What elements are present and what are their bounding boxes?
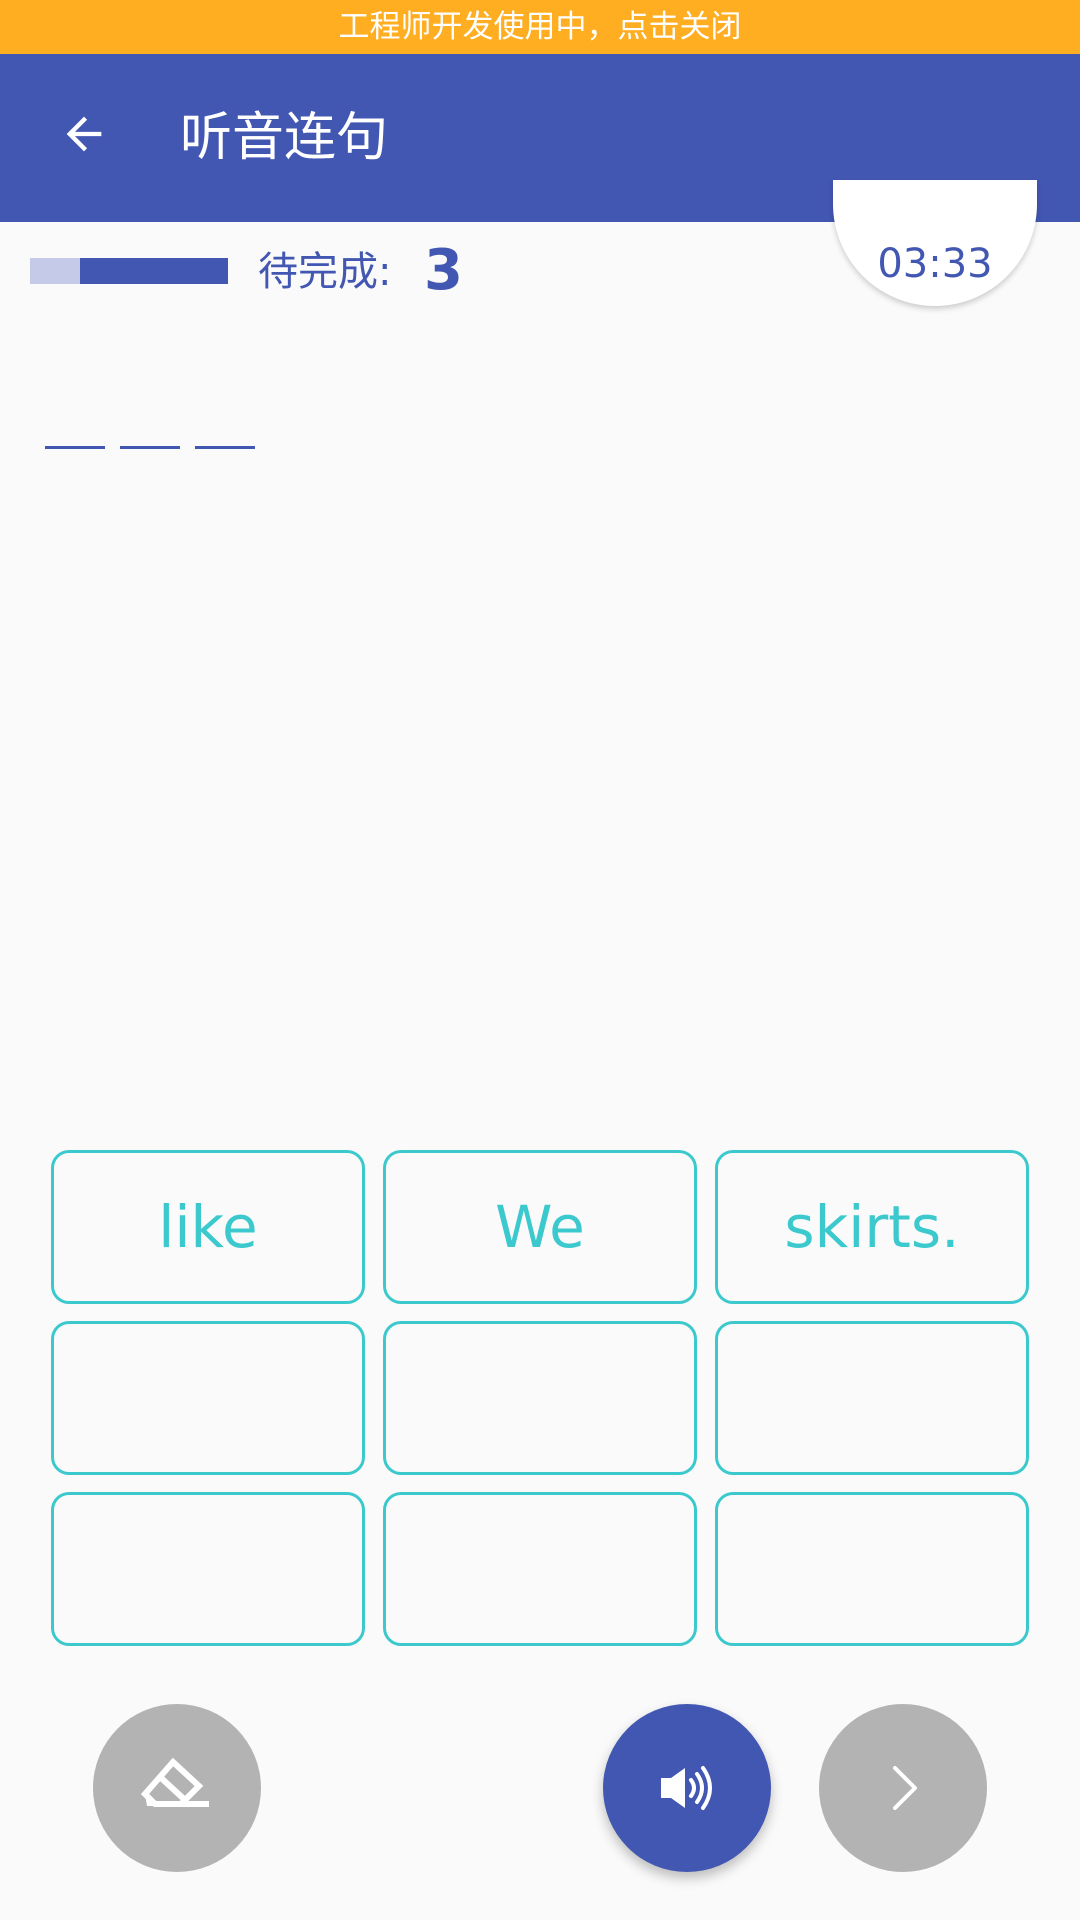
word-option-2[interactable]: We: [383, 1150, 697, 1304]
word-option-6[interactable]: [715, 1321, 1029, 1475]
word-option-5[interactable]: [383, 1321, 697, 1475]
answer-blank: [120, 446, 180, 449]
word-option-9[interactable]: [715, 1492, 1029, 1646]
word-option-3[interactable]: skirts.: [715, 1150, 1029, 1304]
page-title: 听音连句: [180, 108, 389, 168]
answer-blank: [45, 446, 105, 449]
chevron-right-icon: [893, 1766, 917, 1810]
pending-label: 待完成:: [258, 249, 392, 295]
back-button[interactable]: [44, 94, 124, 174]
progress-bar-fill: [30, 258, 80, 284]
progress-bar: [30, 258, 228, 284]
timer-text: 03:33: [877, 241, 993, 287]
pending-count: 3: [424, 238, 463, 303]
speaker-icon: [661, 1766, 712, 1810]
eraser-icon: [140, 1757, 209, 1807]
word-option-4[interactable]: [51, 1321, 365, 1475]
screen: 工程师开发使用中，点击关闭 听音连句 待完成: 3 03:33 like We sk…: [0, 0, 1080, 1920]
dev-mode-banner[interactable]: 工程师开发使用中，点击关闭: [0, 0, 1080, 54]
word-option-1[interactable]: like: [51, 1150, 365, 1304]
word-option-7[interactable]: [51, 1492, 365, 1646]
next-button[interactable]: [819, 1704, 987, 1872]
answer-blanks: [45, 446, 270, 449]
erase-button[interactable]: [93, 1704, 261, 1872]
timer: 03:33: [833, 180, 1037, 306]
arrow-left-icon: [66, 116, 102, 152]
answer-blank: [195, 446, 255, 449]
word-option-8[interactable]: [383, 1492, 697, 1646]
play-audio-button[interactable]: [603, 1704, 771, 1872]
